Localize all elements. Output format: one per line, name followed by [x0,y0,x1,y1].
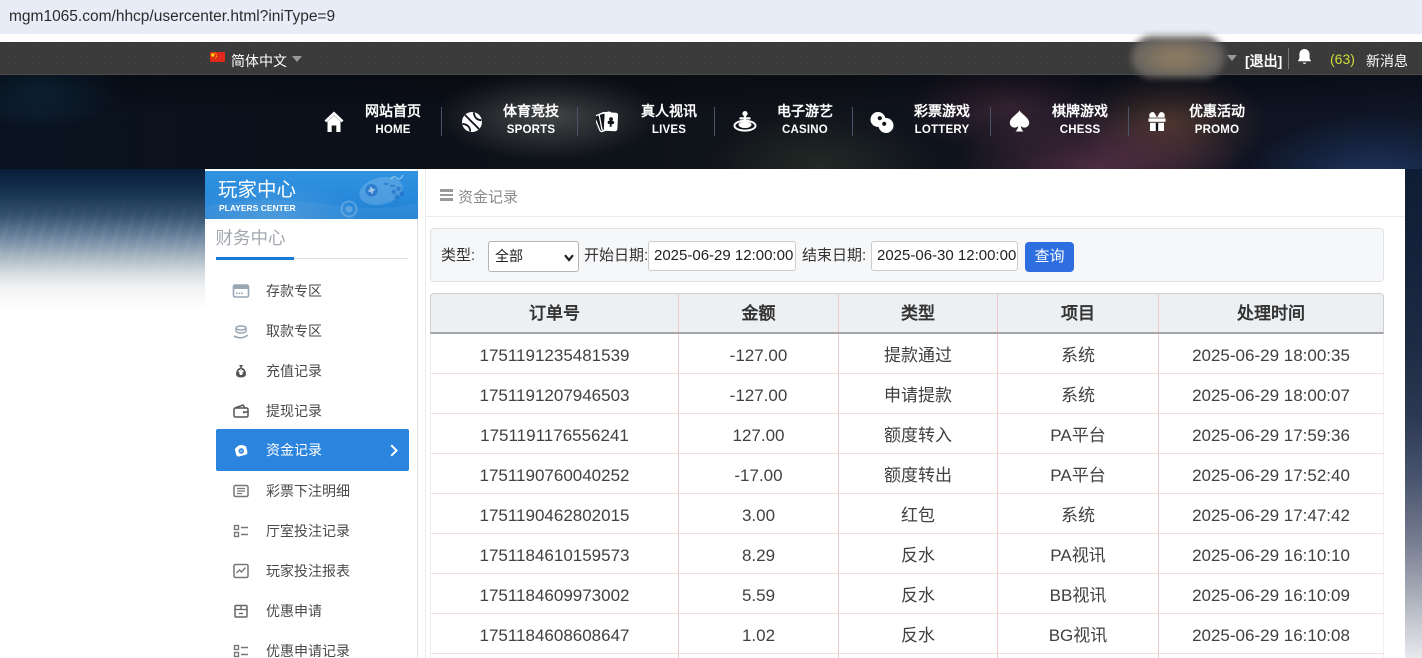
svg-text:¥: ¥ [239,370,243,377]
